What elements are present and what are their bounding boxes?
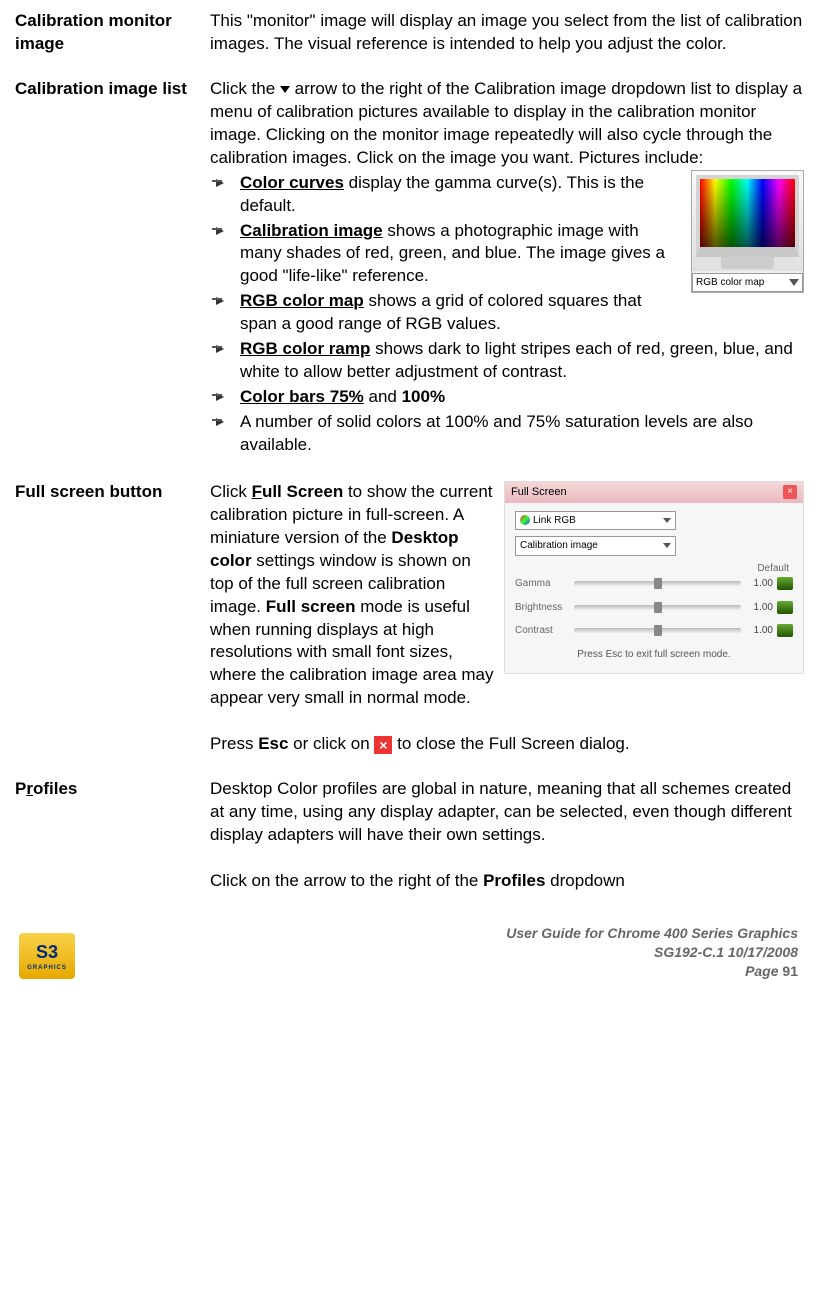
dialog-title: Full Screen	[511, 485, 567, 500]
page-footer: S3 GRAPHICS User Guide for Chrome 400 Se…	[15, 915, 804, 985]
fs-p2a: Press	[210, 734, 258, 753]
footer-text: User Guide for Chrome 400 Series Graphic…	[506, 924, 798, 981]
fs-p2b: Esc	[258, 734, 288, 753]
dialog-titlebar: Full Screen ×	[505, 482, 803, 503]
fs-p2d: to close the Full Screen dialog.	[392, 734, 629, 753]
contrast-label: Contrast	[515, 624, 570, 638]
brightness-slider-thumb[interactable]	[654, 602, 662, 613]
gamma-label: Gamma	[515, 577, 570, 591]
chevron-down-icon	[663, 543, 671, 548]
contrast-slider[interactable]	[574, 628, 741, 633]
full-screen-dialog-preview: Full Screen × Link RGB Calibration image…	[504, 481, 804, 674]
content-full-screen: Full Screen × Link RGB Calibration image…	[210, 481, 804, 756]
profiles-p1: Desktop Color profiles are global in nat…	[210, 779, 792, 844]
contrast-slider-thumb[interactable]	[654, 625, 662, 636]
gamma-default-button[interactable]	[777, 577, 793, 590]
footer-line3: Page 91	[506, 962, 798, 981]
gamma-value: 1.00	[745, 577, 773, 591]
fs-p2c: or click on	[288, 734, 374, 753]
label-calibration-monitor: Calibration monitor image	[15, 10, 210, 56]
gamma-slider[interactable]	[574, 581, 741, 586]
profiles-p2b: Profiles	[483, 871, 545, 890]
dialog-close-icon[interactable]: ×	[783, 485, 797, 499]
close-icon: ×	[374, 736, 392, 754]
brightness-slider[interactable]	[574, 605, 741, 610]
label-profiles: Profiles	[15, 778, 210, 893]
label-calibration-list: Calibration image list	[15, 78, 210, 459]
footer-line1: User Guide for Chrome 400 Series Graphic…	[506, 924, 798, 943]
calibration-image-dropdown[interactable]: Calibration image	[515, 536, 676, 556]
label-full-screen: Full screen button	[15, 481, 210, 756]
footer-line2: SG192-C.1 10/17/2008	[506, 943, 798, 962]
gamma-slider-row: Gamma 1.00	[515, 577, 793, 591]
content-calibration-list: Click the arrow to the right of the Cali…	[210, 78, 804, 459]
fs-p1a: Click	[210, 482, 252, 501]
brightness-slider-row: Brightness 1.00	[515, 601, 793, 615]
content-profiles: Desktop Color profiles are global in nat…	[210, 778, 804, 893]
dropdown-arrow-icon	[280, 86, 290, 93]
contrast-default-button[interactable]	[777, 624, 793, 637]
s3-logo-text: S3	[36, 940, 58, 964]
fs-p1f: Full screen	[266, 597, 356, 616]
calibration-image-bullets: Color curves display the gamma curve(s).…	[210, 172, 804, 457]
dialog-body: Link RGB Calibration image Default Gamma…	[505, 503, 803, 674]
brightness-value: 1.00	[745, 601, 773, 615]
dialog-hint: Press Esc to exit full screen mode.	[515, 648, 793, 662]
section-full-screen: Full screen button Full Screen × Link RG…	[15, 481, 804, 756]
content-calibration-monitor: This "monitor" image will display an ima…	[210, 10, 804, 56]
bullet-rgb-color-ramp: RGB color ramp shows dark to light strip…	[210, 338, 804, 384]
link-rgb-dropdown[interactable]: Link RGB	[515, 511, 676, 531]
gamma-slider-thumb[interactable]	[654, 578, 662, 589]
chevron-down-icon	[663, 518, 671, 523]
link-rgb-icon	[520, 515, 530, 525]
section-calibration-monitor: Calibration monitor image This "monitor"…	[15, 10, 804, 56]
bullet-solid-colors: A number of solid colors at 100% and 75%…	[210, 411, 804, 457]
section-calibration-list: Calibration image list Click the arrow t…	[15, 78, 804, 459]
bullet-calibration-image: Calibration image shows a photographic i…	[210, 220, 804, 289]
bullet-rgb-color-map: RGB color map shows a grid of colored sq…	[210, 290, 804, 336]
bullet-color-curves: Color curves display the gamma curve(s).…	[210, 172, 804, 218]
contrast-slider-row: Contrast 1.00	[515, 624, 793, 638]
profiles-p2a: Click on the arrow to the right of the	[210, 871, 483, 890]
bullet-color-bars: Color bars 75% and 100%	[210, 386, 804, 409]
section-profiles: Profiles Desktop Color profiles are glob…	[15, 778, 804, 893]
default-header: Default	[515, 562, 793, 576]
contrast-value: 1.00	[745, 624, 773, 638]
s3-logo-subtext: GRAPHICS	[27, 964, 67, 972]
brightness-default-button[interactable]	[777, 601, 793, 614]
profiles-p2c: dropdown	[545, 871, 624, 890]
s3-logo: S3 GRAPHICS	[19, 933, 75, 979]
brightness-label: Brightness	[515, 601, 570, 615]
calib-list-intro2: arrow to the right of the Calibration im…	[210, 79, 802, 167]
calib-list-intro1: Click the	[210, 79, 280, 98]
